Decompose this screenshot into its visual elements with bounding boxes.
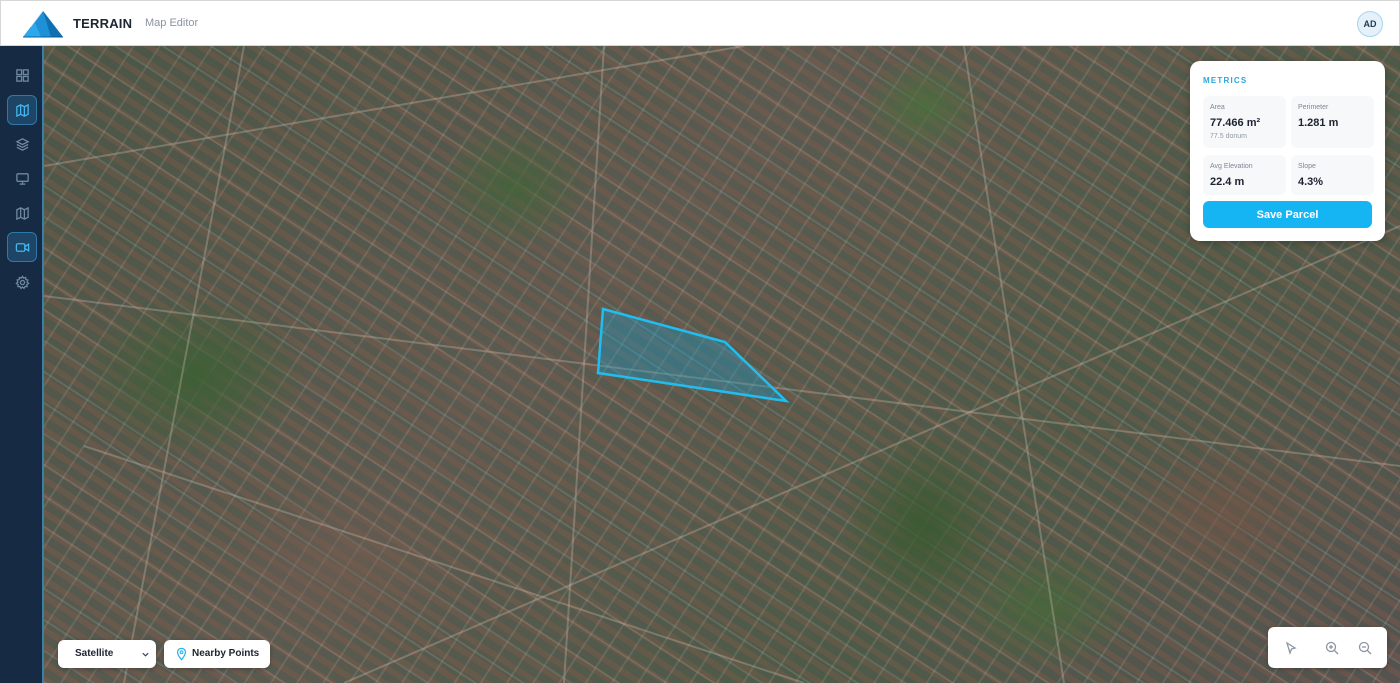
- metric-slope-label: Slope: [1298, 163, 1316, 170]
- selected-parcel[interactable]: [596, 307, 790, 403]
- brand-name: TERRAIN: [73, 16, 133, 31]
- folded-map-icon: [15, 206, 29, 220]
- zoom-in-icon: [1325, 641, 1339, 655]
- metric-elevation-value: 22.4 m: [1210, 176, 1245, 188]
- cursor-icon: [1285, 641, 1297, 656]
- location-pin-icon: [176, 647, 187, 661]
- metric-slope: Slope 4.3%: [1291, 155, 1374, 195]
- save-parcel-button[interactable]: Save Parcel: [1203, 201, 1372, 228]
- metric-elevation: Avg Elevation 22.4 m: [1203, 155, 1286, 195]
- metric-area-sub: 77.5 donum: [1210, 133, 1247, 140]
- zoom-out-icon: [1358, 641, 1372, 655]
- map-toolbar: [1268, 627, 1387, 668]
- chevron-down-icon: [142, 652, 149, 657]
- terrain-logo-icon[interactable]: [21, 9, 65, 39]
- sidebar-item-settings[interactable]: [7, 267, 37, 297]
- sidebar-item-display[interactable]: [7, 163, 37, 193]
- nearby-points-button[interactable]: Nearby Points: [164, 640, 270, 668]
- sidebar-item-dashboard[interactable]: [7, 60, 37, 90]
- sidebar-item-video[interactable]: [7, 232, 37, 262]
- sidebar-item-layers[interactable]: [7, 129, 37, 159]
- metric-perimeter-label: Perimeter: [1298, 104, 1329, 111]
- gear-icon: [14, 274, 30, 289]
- map-layer-select[interactable]: Satellite: [58, 640, 156, 668]
- metric-slope-value: 4.3%: [1298, 176, 1324, 188]
- sidebar-item-atlas[interactable]: [7, 198, 37, 228]
- metric-elevation-label: Avg Elevation: [1210, 163, 1253, 170]
- metrics-title: METRICS: [1203, 76, 1248, 85]
- map-layer-selected: Satellite: [75, 648, 114, 659]
- avatar[interactable]: AD: [1357, 11, 1383, 37]
- video-camera-icon: [15, 242, 29, 252]
- metric-perimeter-value: 1.281 m: [1298, 117, 1339, 129]
- layers-icon: [14, 137, 30, 151]
- metric-area-value: 77.466 m²: [1210, 117, 1261, 129]
- metric-perimeter: Perimeter 1.281 m: [1291, 96, 1374, 148]
- grid-icon: [15, 68, 29, 82]
- zoom-out-button[interactable]: [1357, 640, 1373, 656]
- page-subtitle: Map Editor: [145, 17, 199, 29]
- metric-area-label: Area: [1210, 104, 1225, 111]
- metrics-panel: METRICS Area 77.466 m² 77.5 donum Perime…: [1190, 61, 1385, 241]
- nearby-points-label: Nearby Points: [192, 648, 260, 659]
- metric-area: Area 77.466 m² 77.5 donum: [1203, 96, 1286, 148]
- sidebar-item-map[interactable]: [7, 95, 37, 125]
- sidebar: [0, 46, 44, 683]
- monitor-icon: [15, 172, 29, 185]
- zoom-in-button[interactable]: [1324, 640, 1340, 656]
- top-bar: TERRAIN Map Editor AD: [0, 0, 1400, 46]
- map-icon: [15, 103, 29, 117]
- select-tool-button[interactable]: [1283, 640, 1299, 656]
